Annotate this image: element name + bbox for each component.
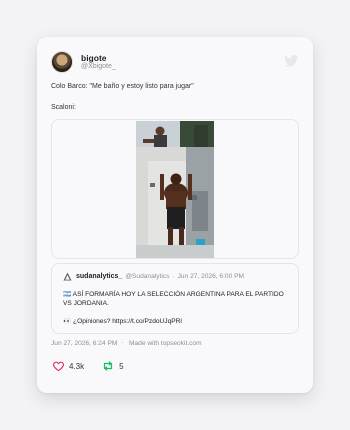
tweet-text-line-2: Scaloni: [51,104,76,111]
quoted-tweet[interactable]: sudanalytics_ @Sudanalytics · Jun 27, 20… [51,263,299,334]
tweet-timestamp[interactable]: Jun 27, 2026, 6:24 PM [51,339,119,348]
like-stat[interactable]: 4.3k [53,361,84,371]
quoted-text-line-2: 👀 ¿Opiniones? https://t.co/PzdoUJqPRl [63,317,182,325]
sudanalytics-logo-icon [63,272,72,281]
quoted-date[interactable]: Jun 27, 2026, 6:00 PM [178,273,244,280]
tweet-photo[interactable] [136,121,214,258]
author-handle[interactable]: @Xbigote_ [81,63,116,70]
author-display-name[interactable]: bigote [81,54,116,63]
quoted-tweet-body: 🇦🇷 ASÍ FORMARÍA HOY LA SELECCIÓN ARGENTI… [63,291,291,327]
tweet-card: bigote @Xbigote_ Colo Barco: "Me baño y … [37,37,313,393]
retweet-stat[interactable]: 5 [102,361,124,371]
avatar[interactable] [51,51,73,73]
quoted-text-line-1: 🇦🇷 ASÍ FORMARÍA HOY LA SELECCIÓN ARGENTI… [63,291,284,307]
twitter-bird-icon [284,55,299,67]
quoted-handle[interactable]: @Sudanalytics [125,273,169,280]
heart-icon [53,361,64,371]
retweet-icon [104,361,113,371]
quoted-tweet-header: sudanalytics_ @Sudanalytics · Jun 27, 20… [63,272,244,281]
tweet-media[interactable] [51,119,299,259]
author-names: bigote @Xbigote_ [81,54,116,71]
tweet-stats: 4.3k 5 [53,361,124,371]
tweet-text-line-1: Colo Barco: "Me baño y estoy listo para … [51,83,194,90]
quoted-separator: · [172,273,175,280]
tweet-header: bigote @Xbigote_ [51,51,116,73]
retweet-count: 5 [119,361,124,371]
made-with-credit[interactable]: Made with topseokit.com [129,339,209,348]
quoted-display-name[interactable]: sudanalytics_ [76,273,122,280]
footer-separator: · [121,339,124,346]
like-count: 4.3k [69,361,85,371]
